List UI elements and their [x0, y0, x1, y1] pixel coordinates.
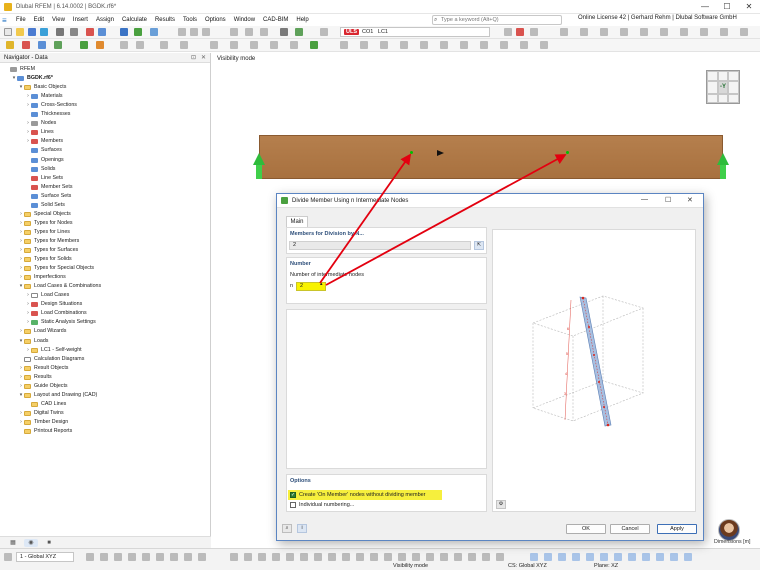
- annotation-arrow-2: [325, 154, 567, 286]
- annotation-overlay: [319, 153, 567, 286]
